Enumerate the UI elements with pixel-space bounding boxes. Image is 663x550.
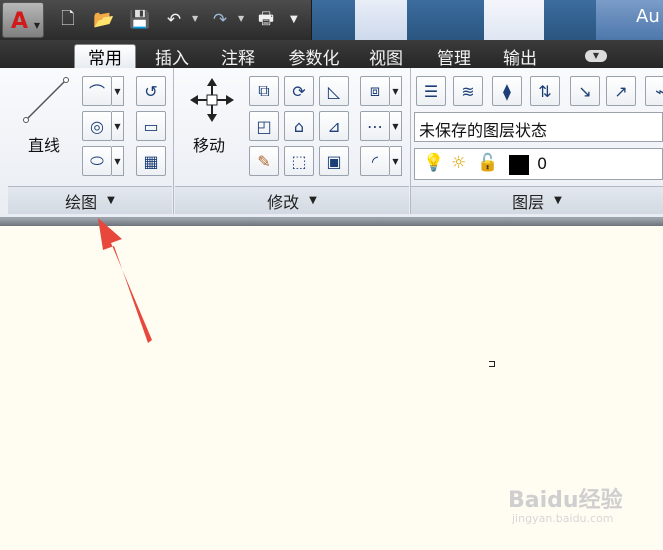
move-tool-label[interactable]: 移动: [193, 132, 225, 156]
erase-brush-icon[interactable]: ✎: [249, 146, 279, 176]
save-icon[interactable]: 💾: [126, 6, 154, 34]
layer-color-swatch[interactable]: [509, 155, 529, 175]
print-icon[interactable]: 🖶: [252, 6, 280, 34]
layer-dropdown[interactable]: 💡 ☼ 🔓 0: [414, 148, 663, 180]
watermark-url: jingyan.baidu.com: [512, 512, 614, 525]
open-folder-icon[interactable]: 📂: [90, 6, 118, 34]
tab-annotate[interactable]: 注释: [212, 44, 264, 69]
chevron-down-icon: ▼: [107, 195, 115, 206]
tab-parametric[interactable]: 参数化: [280, 44, 348, 69]
chevron-down-icon: ▼: [309, 195, 317, 206]
fillet-icon[interactable]: ◜: [360, 146, 390, 176]
window-title: Au: [636, 6, 660, 27]
watermark-logo: Baidu经验: [508, 488, 623, 513]
unlock-icon[interactable]: 🔓: [477, 153, 498, 173]
stretch-icon[interactable]: ⌂: [284, 111, 314, 141]
rectangle-icon[interactable]: ▭: [136, 111, 166, 141]
chevron-down-icon: ▼: [33, 21, 40, 30]
layer-state-dropdown[interactable]: 未保存的图层状态: [414, 112, 663, 142]
tab-output[interactable]: 输出: [494, 44, 546, 69]
layer-previous-icon[interactable]: ↗: [606, 76, 636, 106]
ellipse-dropdown-icon[interactable]: ▼: [112, 146, 124, 176]
panel-modify-footer[interactable]: 修改 ▼: [175, 186, 409, 214]
circle-icon[interactable]: ◎: [82, 111, 112, 141]
autocad-logo-icon: A: [11, 9, 29, 34]
array-dropdown-icon[interactable]: ▼: [390, 76, 402, 106]
mirror-icon[interactable]: ⊿: [319, 111, 349, 141]
array-icon[interactable]: ⧈: [360, 76, 390, 106]
application-menu-button[interactable]: A ▼: [2, 2, 44, 38]
explode-dropdown-icon[interactable]: ▼: [390, 111, 402, 141]
spline-icon[interactable]: ↺: [136, 76, 166, 106]
ribbon: 直线 ⌒ ▼ ↺ ◎ ▼ ▭ ⬭ ▼ ▦ 绘图 ▼ 移动 ⧉ ⟳ ◺ ⧈ ▼ ◰…: [0, 68, 663, 218]
layer-walk-icon[interactable]: ⌁: [645, 76, 663, 106]
cursor-pickbox: [489, 361, 495, 367]
background-thumbnail: [355, 0, 407, 40]
tab-view[interactable]: 视图: [360, 44, 412, 69]
panel-layers-footer[interactable]: 图层 ▼: [411, 186, 663, 214]
grid-array-icon[interactable]: ▣: [319, 146, 349, 176]
layer-match-icon[interactable]: ↘: [570, 76, 600, 106]
undo-dropdown-icon[interactable]: ▼: [192, 14, 198, 23]
chevron-down-icon: ▼: [554, 195, 562, 206]
panel-divider: [173, 68, 174, 214]
tab-home[interactable]: 常用: [74, 44, 136, 69]
redo-icon[interactable]: ↷: [206, 6, 234, 34]
ellipse-icon[interactable]: ⬭: [82, 146, 112, 176]
offset-icon[interactable]: ⬚: [284, 146, 314, 176]
ribbon-tab-bar: 常用 插入 注释 参数化 视图 管理 输出 ▼: [0, 40, 663, 69]
trim-icon[interactable]: ◺: [319, 76, 349, 106]
background-thumbnail: [484, 0, 544, 40]
title-bar: A ▼ 🗋 📂 💾 ↶ ▼ ↷ ▼ 🖶 ▼ Au: [0, 0, 663, 40]
new-file-icon[interactable]: 🗋: [54, 6, 82, 34]
fillet-dropdown-icon[interactable]: ▼: [390, 146, 402, 176]
copy-icon[interactable]: ⧉: [249, 76, 279, 106]
line-tool-icon[interactable]: [22, 76, 70, 124]
undo-icon[interactable]: ↶: [160, 6, 188, 34]
layer-unisolate-icon[interactable]: ⇅: [530, 76, 560, 106]
redo-dropdown-icon[interactable]: ▼: [238, 14, 244, 23]
hatch-icon[interactable]: ▦: [136, 146, 166, 176]
explode-icon[interactable]: ⋯: [360, 111, 390, 141]
layer-properties-icon[interactable]: ☰: [416, 76, 446, 106]
polyline-dropdown-icon[interactable]: ▼: [112, 76, 124, 106]
quick-access-toolbar: A ▼ 🗋 📂 💾 ↶ ▼ ↷ ▼ 🖶 ▼: [0, 0, 312, 40]
move-tool-icon[interactable]: [190, 78, 234, 122]
annotation-arrow-icon: [98, 218, 152, 343]
tab-manage[interactable]: 管理: [428, 44, 480, 69]
layer-states-icon[interactable]: ≋: [453, 76, 483, 106]
panel-modify-title: 修改: [267, 192, 300, 212]
lightbulb-icon[interactable]: 💡: [423, 153, 444, 173]
circle-dropdown-icon[interactable]: ▼: [112, 111, 124, 141]
polyline-icon[interactable]: ⌒: [82, 76, 112, 106]
panel-draw-title: 绘图: [65, 192, 98, 212]
line-tool-label[interactable]: 直线: [28, 132, 60, 156]
ribbon-minimize-toggle[interactable]: ▼: [585, 50, 607, 62]
rotate-icon[interactable]: ⟳: [284, 76, 314, 106]
tab-insert[interactable]: 插入: [146, 44, 198, 69]
current-layer-name: 0: [537, 154, 548, 173]
layer-isolate-icon[interactable]: ⧫: [492, 76, 522, 106]
panel-layers-title: 图层: [512, 192, 545, 212]
customize-toolbar-icon[interactable]: ▼: [290, 14, 298, 25]
scale-icon[interactable]: ◰: [249, 111, 279, 141]
sun-freeze-icon[interactable]: ☼: [451, 153, 466, 173]
